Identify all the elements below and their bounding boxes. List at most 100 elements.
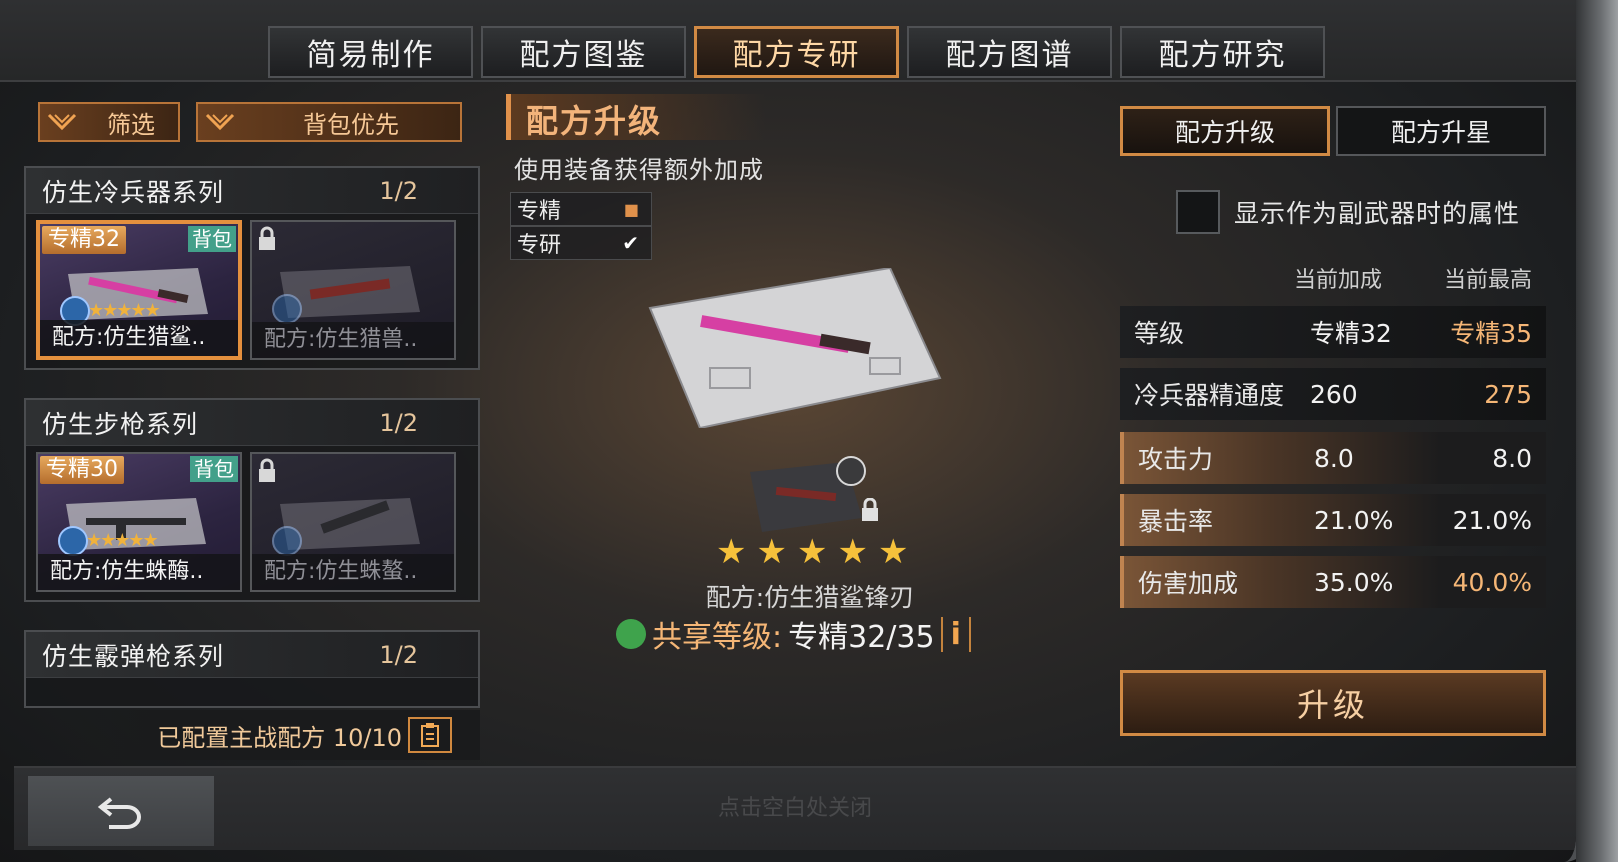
star-icon: ★ [796,532,828,572]
tab-recipe-upgrade[interactable]: 配方升级 [1120,106,1330,156]
item-name: 配方:仿生猎鲨锋刃 [705,583,915,612]
mode-options: 专精 ■ 专研 ✔ [510,192,652,260]
stat-row-damage-bonus: 伤害加成 35.0% 40.0% [1120,556,1546,608]
stat-current: 35.0% [1314,567,1394,597]
lock-icon [862,498,878,521]
secondary-weapon-label: 显示作为副武器时的属性 [1234,199,1521,228]
series-count: 1/2 [379,408,418,437]
star-icon: ★ [716,532,747,572]
class-emblem-icon [272,526,302,556]
clipboard-icon[interactable] [408,717,452,753]
share-level-label: 共享等级: [652,620,783,655]
sub-tab-bar: 配方升级 配方升星 [1120,106,1546,156]
device-edge [1576,0,1618,862]
stat-max: 专精35 [1450,319,1532,348]
series-header[interactable]: 仿生冷兵器系列 1/2 [26,168,478,214]
share-icon[interactable] [836,456,866,486]
checkmark-icon: ✔ [622,231,639,255]
series-header[interactable]: 仿生霰弹枪系列 1/2 [26,632,478,678]
column-max: 当前最高 [1444,268,1533,293]
series-rifle: 仿生步枪系列 1/2 专精30 背包 ★★★★★ 配方:仿生蛛酶.. 配方:仿生… [24,398,480,602]
stat-row-mastery: 冷兵器精通度 260 275 [1120,368,1546,420]
series-melee: 仿生冷兵器系列 1/2 专精32 背包 ★★★★★ 配方:仿生猎鲨.. 配方:仿… [24,166,480,370]
series-header[interactable]: 仿生步枪系列 1/2 [26,400,478,446]
stat-max: 21.0% [1452,505,1532,535]
stat-current: 21.0% [1314,505,1394,535]
section-subtitle: 使用装备获得额外加成 [514,156,764,184]
stat-max: 275 [1484,379,1532,409]
tab-recipe-research[interactable]: 配方研究 [1120,26,1325,78]
class-emblem-icon [272,294,302,324]
upgrade-button[interactable]: 升级 [1120,670,1546,736]
tab-recipe-star-up[interactable]: 配方升星 [1336,106,1546,156]
tab-recipe-specialize[interactable]: 配方专研 [694,26,899,78]
top-tab-bar: 简易制作 配方图鉴 配方专研 配方图谱 配方研究 [268,26,1325,78]
recipe-name: 配方:仿生蛛螯.. [252,554,454,590]
backpack-priority-button[interactable]: 背包优先 [196,102,462,142]
stat-current: 8.0 [1314,443,1354,473]
tab-recipe-atlas[interactable]: 配方图谱 [907,26,1112,78]
stat-max: 8.0 [1492,443,1532,473]
rank-badge: 专精32 [42,226,126,254]
star-icon: ★ [837,532,868,572]
filter-label: 筛选 [107,110,155,139]
chevron-down-icon [198,113,242,131]
star-rating: ★★★★★ [88,300,161,321]
checkbox[interactable] [1176,190,1220,234]
recipe-card[interactable]: 专精30 背包 ★★★★★ 配方:仿生蛛酶.. [36,452,242,592]
square-marker-icon: ■ [623,199,639,219]
recipe-name: 配方:仿生蛛酶.. [38,554,240,590]
recipe-blueprint-image [648,268,942,428]
stat-key: 暴击率 [1138,507,1214,536]
stat-row-level: 等级 专精32 专精35 [1120,306,1546,358]
info-icon[interactable]: i [940,616,971,652]
lock-icon [259,226,275,250]
stat-key: 等级 [1134,319,1185,348]
option-specialize[interactable]: 专精 ■ [510,192,652,226]
share-icon [616,619,646,649]
secondary-weapon-toggle[interactable]: 显示作为副武器时的属性 [1176,190,1520,234]
class-emblem-icon [58,526,88,556]
option-label: 专精 [517,199,562,224]
column-current: 当前加成 [1294,268,1383,293]
rank-badge: 专精30 [40,456,124,484]
close-hint[interactable]: 点击空白处关闭 [0,790,1576,822]
stat-row-attack: 攻击力 8.0 8.0 [1120,432,1546,484]
backpack-badge: 背包 [188,226,236,252]
stat-current: 260 [1310,379,1358,409]
series-name: 仿生冷兵器系列 [42,177,225,207]
stat-row-crit: 暴击率 21.0% 21.0% [1120,494,1546,546]
chevron-down-icon [40,113,84,131]
section-title: 配方升级 [526,102,663,140]
star-rating: ★★★★★ [86,530,159,551]
star-rating: ★ ★ ★ ★ ★ [716,534,908,570]
equipped-text: 已配置主战配方 10/10 [157,723,402,752]
recipe-card-locked[interactable]: 配方:仿生蛛螯.. [250,452,456,592]
filter-button[interactable]: 筛选 [38,102,180,142]
share-level-value: 专精32/35 [788,620,935,655]
stat-key: 冷兵器精通度 [1134,381,1285,410]
lock-icon [259,458,275,482]
stat-key: 攻击力 [1138,445,1214,474]
game-window: 简易制作 配方图鉴 配方专研 配方图谱 配方研究 筛选 背包优先 仿生冷兵器系列… [0,0,1590,862]
stat-current: 专精32 [1310,319,1392,348]
star-icon: ★ [877,532,909,572]
series-count: 1/2 [379,176,418,205]
backpack-badge: 背包 [190,456,238,482]
recipe-card-locked[interactable]: 配方:仿生猎兽.. [250,220,456,360]
series-name: 仿生步枪系列 [42,409,199,439]
tab-recipe-catalog[interactable]: 配方图鉴 [481,26,686,78]
stat-max: 40.0% [1452,567,1532,597]
recipe-name: 配方:仿生猎兽.. [252,322,454,358]
equipped-recipes-status: 已配置主战配方 10/10 [24,710,480,760]
tab-simple-craft[interactable]: 简易制作 [268,26,473,78]
stat-key: 伤害加成 [1138,569,1239,598]
recipe-card[interactable]: 专精32 背包 ★★★★★ 配方:仿生猎鲨.. [36,220,242,360]
series-name: 仿生霰弹枪系列 [42,641,225,671]
star-icon: ★ [756,532,787,572]
backpack-priority-label: 背包优先 [303,110,399,139]
option-label: 专研 [517,233,562,258]
share-level: 共享等级: 专精32/35 i [616,612,971,656]
option-research[interactable]: 专研 ✔ [510,226,652,260]
series-count: 1/2 [379,640,418,669]
